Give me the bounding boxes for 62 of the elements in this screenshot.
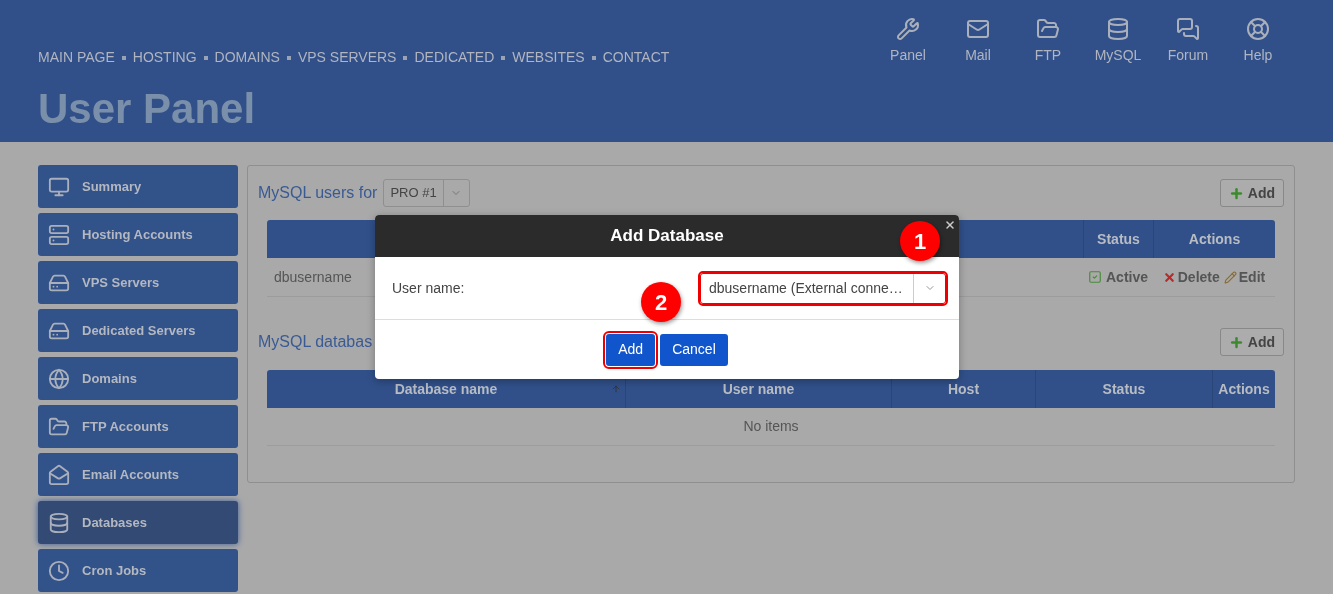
plus-icon <box>1228 185 1244 201</box>
sidebar-item[interactable]: Hosting Accounts <box>38 213 238 256</box>
user-select[interactable]: dbusername (External conne… <box>700 272 946 304</box>
column-header: Status <box>1083 220 1153 258</box>
sidebar-item[interactable]: Databases <box>38 501 238 544</box>
edit-link[interactable]: Edit <box>1223 266 1266 288</box>
shortcut-button[interactable]: MySQL <box>1097 17 1139 66</box>
section-title: MySQL users for <box>258 183 378 203</box>
table-cell: dbusername <box>274 268 352 285</box>
column-header[interactable]: Status <box>1035 370 1212 408</box>
column-header[interactable]: Actions <box>1212 370 1275 408</box>
envelope-icon <box>48 463 70 486</box>
cancel-button[interactable]: Cancel <box>660 333 728 366</box>
sidebar-item[interactable]: Summary <box>38 165 238 208</box>
sidebar-item[interactable]: VPS Servers <box>38 261 238 304</box>
nav-link[interactable]: CONTACT <box>602 47 670 68</box>
add-button[interactable]: Add <box>1219 179 1284 207</box>
section-title: MySQL databas <box>258 332 373 352</box>
lifebuoy-icon <box>1246 17 1270 41</box>
envelope-icon <box>966 17 990 41</box>
dialog-title: Add Database <box>610 225 724 248</box>
chat-icon <box>1176 17 1200 41</box>
column-header: Actions <box>1153 220 1275 258</box>
folder-icon <box>48 415 70 438</box>
add-button[interactable]: Add <box>606 333 656 366</box>
check-icon <box>1088 270 1102 284</box>
nav-link[interactable]: HOSTING <box>132 47 197 68</box>
nav-link[interactable]: MAIN PAGE <box>38 47 115 68</box>
server-rack-icon <box>48 223 70 246</box>
shortcut-button[interactable]: Panel <box>887 17 929 66</box>
field-label: User name: <box>392 278 465 298</box>
close-icon[interactable] <box>944 219 956 231</box>
nav-link[interactable]: VPS SERVERS <box>297 47 397 68</box>
add-button[interactable]: Add <box>1219 328 1284 356</box>
status-label: Active <box>1083 266 1153 288</box>
nav-link[interactable]: DEDICATED <box>414 47 495 68</box>
clock-icon <box>48 559 70 582</box>
plus-icon <box>1228 334 1244 350</box>
delete-link[interactable]: Delete <box>1162 266 1220 288</box>
tools-icon <box>896 17 920 41</box>
pencil-icon <box>1223 270 1237 284</box>
globe-icon <box>48 367 70 390</box>
shortcut-button[interactable]: Forum <box>1167 17 1209 66</box>
sidebar-item[interactable]: Domains <box>38 357 238 400</box>
shortcut-button[interactable]: Mail <box>957 17 999 66</box>
page-title: User Panel <box>38 88 257 130</box>
nav-link[interactable]: WEBSITES <box>512 47 585 68</box>
shortcut-button[interactable]: Help <box>1237 17 1279 66</box>
database-icon <box>48 511 70 534</box>
sidebar-item[interactable]: Cron Jobs <box>38 549 238 592</box>
column-header[interactable]: Database name <box>267 370 625 408</box>
sidebar-item[interactable]: FTP Accounts <box>38 405 238 448</box>
monitor-icon <box>48 175 70 198</box>
close-icon <box>1162 270 1176 284</box>
sidebar-item[interactable]: Email Accounts <box>38 453 238 496</box>
sidebar-item[interactable]: Dedicated Servers <box>38 309 238 352</box>
plan-select[interactable]: PRO #1 <box>383 179 470 207</box>
empty-message: No items <box>267 408 1275 446</box>
database-icon <box>1106 17 1130 41</box>
shortcut-button[interactable]: FTP <box>1027 17 1069 66</box>
folder-icon <box>1036 17 1060 41</box>
nav-link[interactable]: DOMAINS <box>214 47 280 68</box>
